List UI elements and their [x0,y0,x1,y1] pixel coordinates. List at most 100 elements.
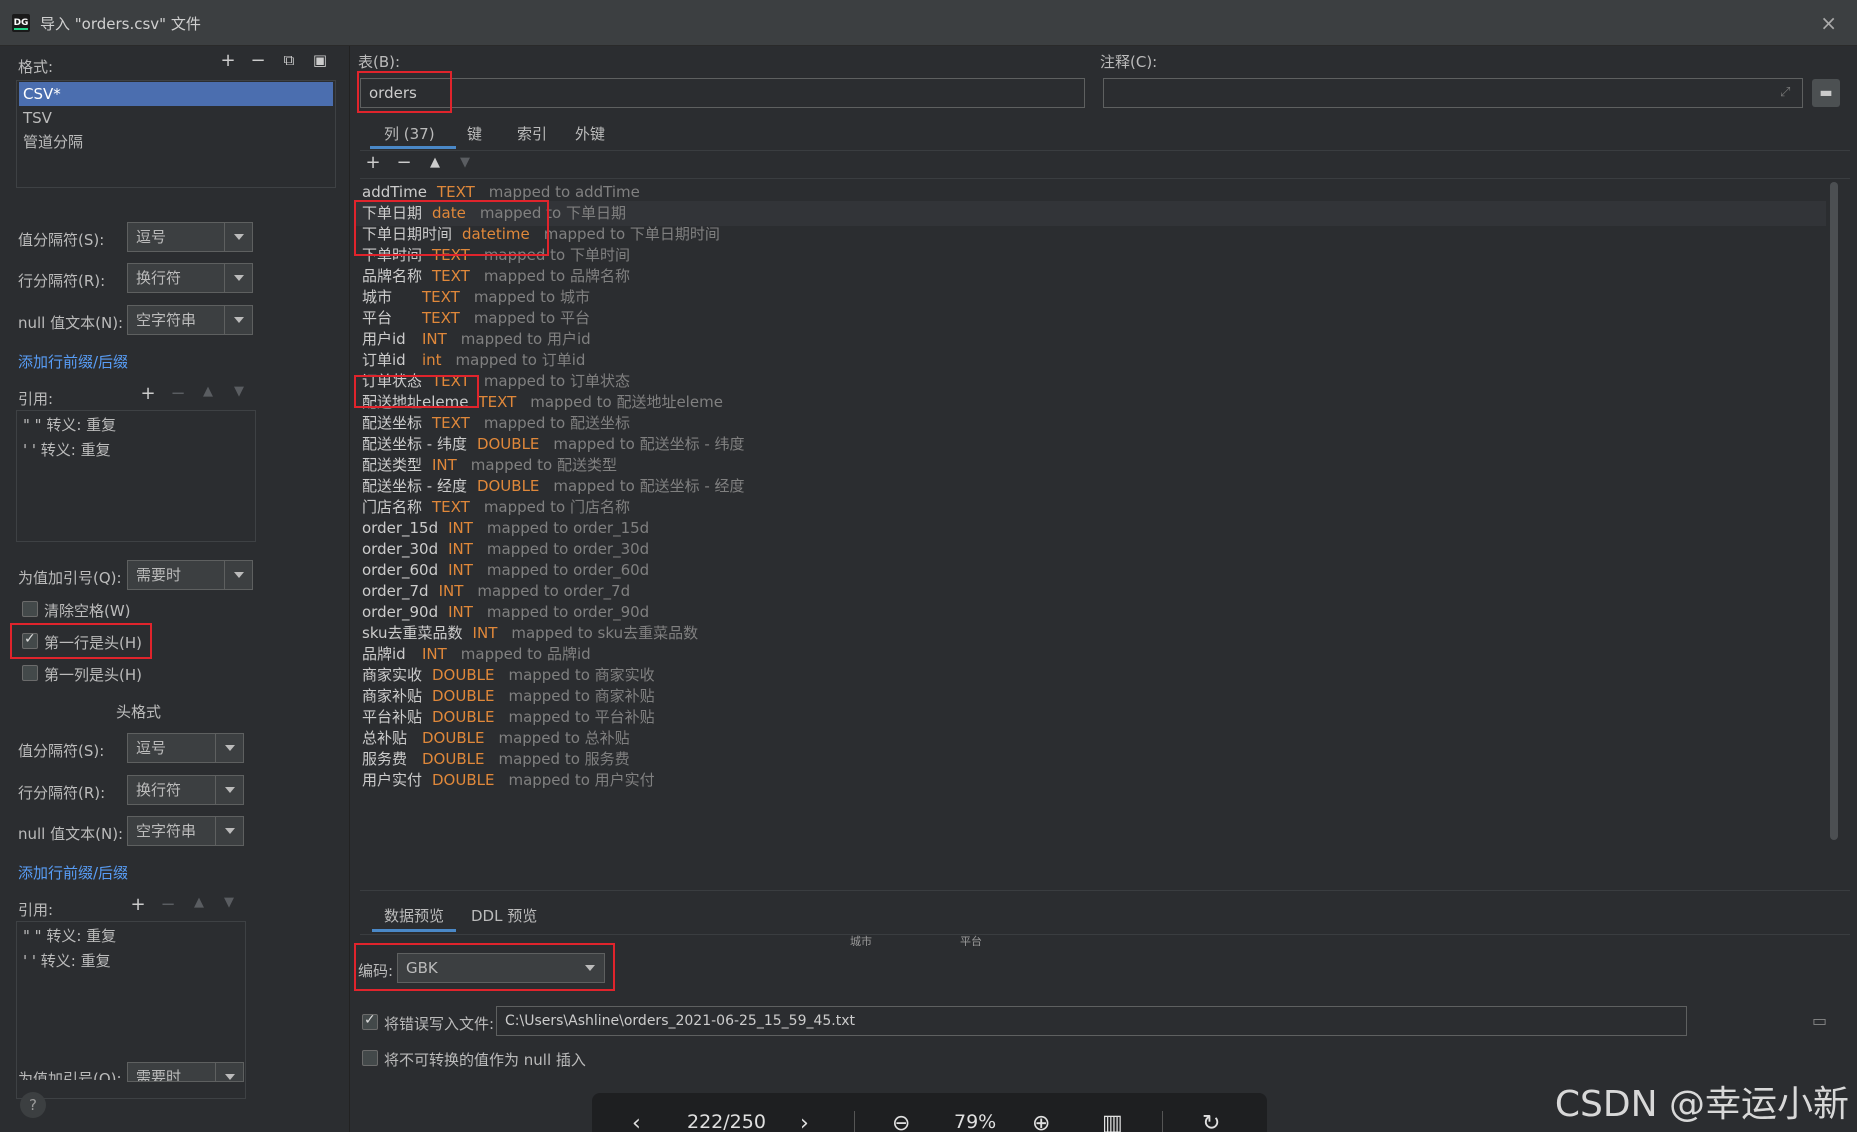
data-preview-header: 城市 平台 [360,934,1850,946]
add-icon[interactable]: + [217,50,239,71]
move-up-icon[interactable]: ▲ [188,895,210,910]
chevron-down-icon [215,817,243,845]
header-add-prefix-suffix-link[interactable]: 添加行前缀/后缀 [18,862,128,883]
move-down-icon[interactable]: ▼ [454,155,476,170]
row-separator-select[interactable]: 换行符 [127,263,253,293]
expand-icon[interactable]: ⤢ [1780,85,1790,100]
add-column-icon[interactable]: + [362,152,384,173]
title-bar: DG 导入 "orders.csv" 文件 × [0,0,1857,46]
help-button[interactable]: ? [20,1092,46,1118]
value-separator-select[interactable]: 逗号 [127,222,253,252]
add-prefix-suffix-link[interactable]: 添加行前缀/后缀 [18,351,128,372]
close-icon[interactable]: × [1820,11,1837,35]
fit-screen-icon[interactable]: ▥ [1102,1111,1123,1132]
move-up-icon[interactable]: ▲ [424,155,446,170]
table-settings-panel: 表(B): orders 注释(C): ⤢ ▬ 列 (37) 键 索引 外键 +… [350,46,1857,1132]
format-item-csv[interactable]: CSV* [19,82,333,106]
header-quote-values-label: 为值加引号(Q): [18,1070,122,1080]
header-null-text-label: null 值文本(N): [18,825,124,843]
format-list: CSV* TSV 管道分隔 [16,80,336,188]
null-insert-label: 将不可转换的值作为 null 插入 [384,1051,586,1069]
tab-ddl-preview[interactable]: DDL 预览 [471,905,537,926]
move-down-icon[interactable]: ▼ [218,895,240,910]
null-text-label: null 值文本(N): [18,314,124,332]
next-page-icon[interactable]: › [800,1111,809,1132]
tab-foreign-keys[interactable]: 外键 [575,123,605,144]
header-row-separator-select[interactable]: 换行符 [127,775,244,805]
first-col-header-checkbox[interactable] [22,665,38,681]
quote-item[interactable]: " " 转义: 重复 [19,413,253,437]
chevron-down-icon [215,734,243,762]
format-item-tsv[interactable]: TSV [19,106,333,130]
table-label: 表(B): [358,53,401,71]
null-text-select[interactable]: 空字符串 [127,305,253,335]
quote-item[interactable]: " " 转义: 重复 [19,924,243,948]
first-row-header-checkbox[interactable] [22,631,38,649]
zoom-in-icon[interactable]: ⊕ [1032,1111,1050,1132]
add-quote-icon[interactable]: + [127,894,149,915]
value-separator-value: 逗号 [136,228,167,246]
write-errors-label: 将错误写入文件: [384,1015,495,1033]
save-icon[interactable]: ▣ [309,51,331,69]
quote-list: " " 转义: 重复 ' ' 转义: 重复 [16,410,256,542]
row-separator-label: 行分隔符(R): [18,272,106,290]
remove-column-icon[interactable]: − [393,152,415,173]
format-label: 格式: [18,58,54,76]
write-errors-checkbox[interactable] [362,1012,378,1030]
copy-icon[interactable]: ⧉ [278,51,300,69]
divider [360,150,1850,151]
datagrip-logo-icon: DG [12,14,30,32]
columns-scrollbar[interactable] [1830,182,1838,840]
remove-icon[interactable]: − [247,50,269,71]
chevron-down-icon [215,776,243,804]
chevron-down-icon [215,1063,243,1081]
add-quote-icon[interactable]: + [137,383,159,404]
format-item-pipe[interactable]: 管道分隔 [19,130,333,154]
remove-quote-icon[interactable]: − [157,894,179,915]
quote-item[interactable]: ' ' 转义: 重复 [19,438,253,462]
first-col-header-label: 第一列是头(H) [44,666,142,684]
quote-label: 引用: [18,390,54,408]
tab-active-indicator [372,929,456,932]
header-quote-values-select[interactable]: 需要时 [127,1062,244,1082]
error-file-path-input[interactable]: C:\Users\Ashline\orders_2021-06-25_15_59… [496,1006,1687,1036]
header-quote-label: 引用: [18,901,54,919]
trim-checkbox[interactable] [22,601,38,617]
preview-column-header: 城市 [850,935,872,946]
table-name-input[interactable]: orders [360,78,1085,108]
move-down-icon[interactable]: ▼ [228,384,250,399]
tab-data-preview[interactable]: 数据预览 [384,905,444,926]
header-row-separator-label: 行分隔符(R): [18,784,106,802]
header-null-text-select[interactable]: 空字符串 [127,816,244,846]
watermark: CSDN @幸运小新 [1554,1084,1849,1125]
header-value-separator-value: 逗号 [136,739,167,757]
image-viewer-toolbar: ‹ 222/250 › ⊖ 79% ⊕ ▥ ↻ [592,1093,1267,1132]
encoding-select[interactable]: GBK [397,953,605,983]
column-mapping: mapped to 用户实付 [508,771,655,789]
tab-active-indicator [370,146,456,149]
encoding-value: GBK [406,959,438,977]
remove-quote-icon[interactable]: − [167,383,189,404]
comment-input[interactable] [1103,78,1803,108]
move-up-icon[interactable]: ▲ [197,384,219,399]
divider [360,178,1850,179]
column-name: 用户实付 [362,771,423,789]
folder-icon[interactable]: ▭ [1812,1011,1827,1030]
rotate-icon[interactable]: ↻ [1202,1111,1220,1132]
null-insert-checkbox[interactable] [362,1050,378,1066]
comment-edit-icon[interactable]: ▬ [1812,79,1840,107]
quote-values-select[interactable]: 需要时 [127,560,253,590]
value-separator-label: 值分隔符(S): [18,231,105,249]
tab-keys[interactable]: 键 [467,123,482,144]
zoom-out-icon[interactable]: ⊖ [892,1111,910,1132]
comment-label: 注释(C): [1100,53,1158,71]
column-row[interactable]: 用户实付 DOUBLE mapped to 用户实付 [356,768,1826,793]
tab-columns[interactable]: 列 (37) [384,123,435,144]
header-value-separator-label: 值分隔符(S): [18,742,105,760]
quote-item[interactable]: ' ' 转义: 重复 [19,949,243,973]
tab-indexes[interactable]: 索引 [517,123,547,144]
header-value-separator-select[interactable]: 逗号 [127,733,244,763]
previous-page-icon[interactable]: ‹ [632,1111,641,1132]
window-title: 导入 "orders.csv" 文件 [40,15,201,33]
header-null-text-value: 空字符串 [136,822,197,840]
